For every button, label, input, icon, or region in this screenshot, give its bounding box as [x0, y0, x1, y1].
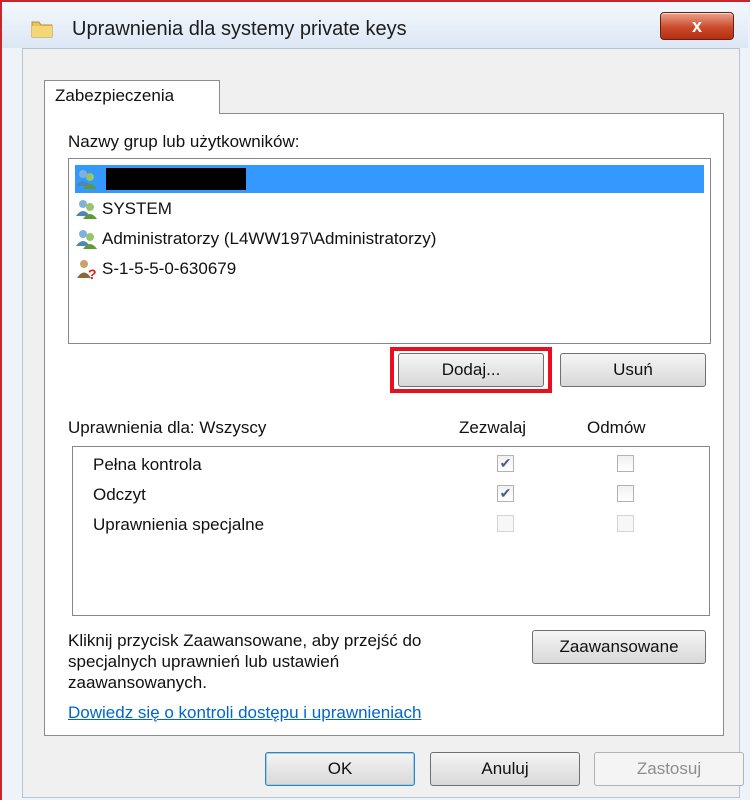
- tab-zabezpieczenia[interactable]: Zabezpieczenia: [44, 80, 220, 114]
- list-item-label: S-1-5-5-0-630679: [102, 259, 237, 278]
- list-item-label: Administratorzy (L4WW197\Administratorzy…: [102, 229, 437, 248]
- close-button[interactable]: x: [660, 12, 734, 40]
- checkmark-icon: ✔: [499, 455, 512, 471]
- help-link[interactable]: Dowiedz się o kontroli dostępu i uprawni…: [68, 703, 421, 723]
- permission-name: Pełna kontrola: [93, 455, 202, 474]
- advanced-text-line: specjalnych uprawnień lub ustawień: [68, 652, 340, 671]
- highlight-annotation: [390, 347, 552, 393]
- permissions-list: Pełna kontrola ✔ Odczyt ✔ Uprawnienia sp…: [72, 446, 710, 616]
- folder-icon: [31, 21, 53, 38]
- advanced-text-line: zaawansowanych.: [68, 673, 207, 692]
- window-title: Uprawnienia dla systemy private keys: [72, 18, 407, 40]
- checkmark-icon: ✔: [499, 485, 512, 501]
- users-group-icon: [76, 170, 97, 189]
- unknown-user-icon: ?: [77, 260, 97, 280]
- redacted-name: [106, 168, 246, 190]
- deny-checkbox[interactable]: [617, 455, 634, 472]
- remove-button[interactable]: Usuń: [560, 353, 706, 387]
- title-bar[interactable]: Uprawnienia dla systemy private keys x: [2, 2, 748, 48]
- advanced-description: Kliknij przycisk Zaawansowane, aby przej…: [68, 630, 421, 693]
- ok-button[interactable]: OK: [265, 752, 415, 786]
- close-icon: x: [691, 15, 702, 36]
- users-group-icon: [76, 200, 97, 219]
- allow-checkbox[interactable]: ✔: [497, 455, 514, 472]
- deny-checkbox: [617, 515, 634, 532]
- list-item[interactable]: Administratorzy (L4WW197\Administratorzy…: [75, 225, 704, 253]
- advanced-button-label: Zaawansowane: [559, 637, 679, 656]
- advanced-button[interactable]: Zaawansowane: [532, 630, 706, 664]
- users-list[interactable]: SYSTEM Administratorzy (L4WW197\Administ…: [68, 158, 711, 344]
- list-item[interactable]: ? S-1-5-5-0-630679: [75, 255, 704, 283]
- advanced-text-line: Kliknij przycisk Zaawansowane, aby przej…: [68, 631, 422, 650]
- apply-button: Zastosuj: [594, 752, 744, 786]
- allow-checkbox: [497, 515, 514, 532]
- users-group-icon: [76, 230, 97, 249]
- tab-label: Zabezpieczenia: [55, 86, 175, 105]
- list-item[interactable]: SYSTEM: [75, 195, 704, 223]
- cancel-button[interactable]: Anuluj: [430, 752, 580, 786]
- deny-header: Odmów: [587, 418, 646, 437]
- list-item-label: SYSTEM: [102, 199, 172, 218]
- permissions-label: Uprawnienia dla: Wszyscy: [68, 418, 267, 437]
- deny-checkbox[interactable]: [617, 485, 634, 502]
- groups-label: Nazwy grup lub użytkowników:: [68, 132, 300, 151]
- remove-button-label: Usuń: [613, 360, 653, 379]
- ok-button-label: OK: [327, 759, 353, 778]
- permission-name: Uprawnienia specjalne: [93, 515, 265, 534]
- allow-header: Zezwalaj: [459, 418, 527, 437]
- apply-button-label: Zastosuj: [636, 759, 702, 778]
- cancel-button-label: Anuluj: [481, 759, 529, 778]
- list-item[interactable]: [75, 165, 704, 193]
- svg-text:?: ?: [88, 266, 97, 280]
- permission-name: Odczyt: [93, 485, 146, 504]
- allow-checkbox[interactable]: ✔: [497, 485, 514, 502]
